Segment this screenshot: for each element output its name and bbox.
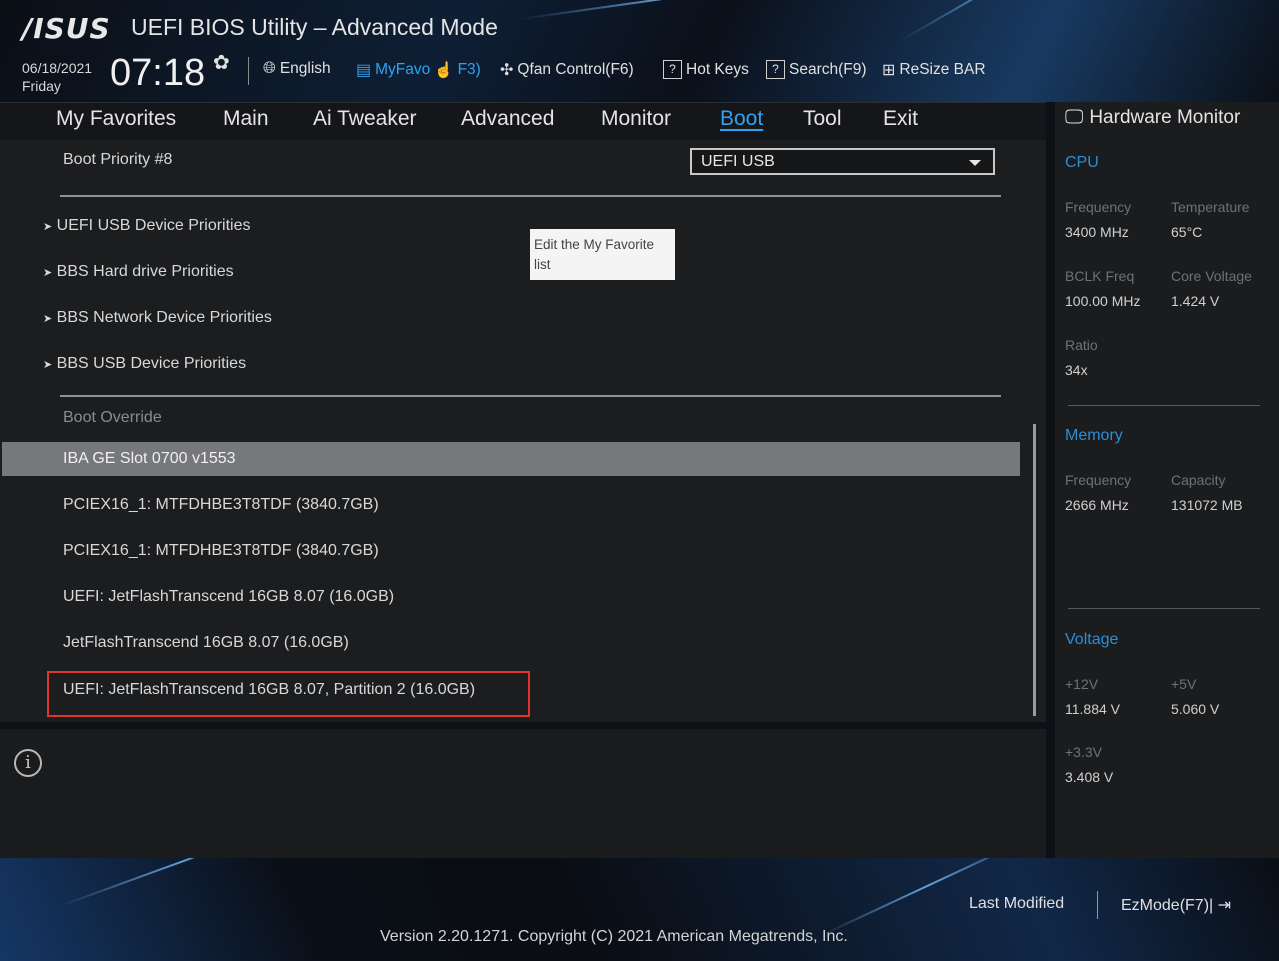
- submenu-label: BBS USB Device Priorities: [56, 355, 247, 372]
- search-label: Search(F9): [789, 60, 867, 78]
- tab-my-favorites[interactable]: My Favorites: [56, 107, 176, 131]
- scrollbar[interactable]: [1033, 424, 1036, 716]
- submenu-label: BBS Hard drive Priorities: [56, 263, 234, 280]
- language-button[interactable]: 🌐︎ English: [263, 60, 331, 78]
- globe-icon: 🌐︎: [263, 60, 276, 77]
- memory-capacity-label: Capacity: [1171, 472, 1226, 488]
- tab-advanced[interactable]: Advanced: [461, 107, 554, 131]
- last-modified-button[interactable]: Last Modified: [969, 895, 1064, 913]
- ratio-value: 34x: [1065, 362, 1088, 378]
- boot-override-item[interactable]: UEFI: JetFlashTranscend 16GB 8.07 (16.0G…: [63, 588, 394, 606]
- tab-tool[interactable]: Tool: [803, 107, 842, 131]
- bclk-value: 100.00 MHz: [1065, 293, 1141, 309]
- info-panel: [0, 729, 1046, 858]
- divider: [1097, 891, 1098, 919]
- tab-exit[interactable]: Exit: [883, 107, 918, 131]
- chevron-right-icon: ➤: [43, 359, 53, 371]
- fan-icon: ✣: [500, 62, 514, 79]
- cursor-hand-icon: ☝: [434, 61, 454, 79]
- language-label: English: [279, 60, 331, 77]
- submenu-label: UEFI USB Device Priorities: [56, 217, 251, 234]
- boot-override-item[interactable]: PCIEX16_1: MTFDHBE3T8TDF (3840.7GB): [63, 542, 379, 560]
- app-title: UEFI BIOS Utility – Advanced Mode: [131, 14, 498, 40]
- hotkeys-label: Hot Keys: [686, 60, 749, 78]
- question-icon: ?: [766, 60, 785, 79]
- boot-priority-select[interactable]: UEFI USB: [690, 148, 995, 175]
- divider: [60, 395, 1001, 397]
- v12-label: +12V: [1065, 676, 1099, 692]
- ezmode-label: EzMode(F7)|: [1121, 897, 1214, 914]
- hardware-monitor-label: Hardware Monitor: [1089, 107, 1241, 128]
- myfavorite-button[interactable]: ▤ MyFavo ☝ F3): [356, 60, 481, 80]
- tab-main[interactable]: Main: [223, 107, 269, 131]
- resize-bar-icon: ⊞: [882, 62, 896, 79]
- qfan-label: Qfan Control(F6): [517, 61, 634, 78]
- divider: [60, 195, 1001, 197]
- resize-bar-label: ReSize BAR: [899, 61, 986, 78]
- myfavorite-key: F3): [457, 61, 481, 78]
- divider: [248, 57, 249, 85]
- cpu-frequency-value: 3400 MHz: [1065, 224, 1129, 240]
- hotkeys-button[interactable]: ? Hot Keys: [663, 60, 749, 79]
- submenu-bbs-network[interactable]: ➤ BBS Network Device Priorities: [43, 309, 272, 327]
- list-icon: ▤: [356, 62, 372, 79]
- version-text: Version 2.20.1271. Copyright (C) 2021 Am…: [380, 928, 848, 945]
- tooltip: Edit the My Favorite list: [530, 229, 675, 280]
- memory-heading: Memory: [1065, 427, 1123, 444]
- memory-frequency-value: 2666 MHz: [1065, 497, 1129, 513]
- date-text: 06/18/2021: [22, 60, 93, 76]
- boot-override-item[interactable]: IBA GE Slot 0700 v1553: [63, 450, 236, 468]
- myfavorite-label: MyFavo: [375, 61, 431, 78]
- submenu-bbs-usb[interactable]: ➤ BBS USB Device Priorities: [43, 355, 246, 373]
- ezmode-button[interactable]: EzMode(F7)| ⇥: [1121, 895, 1231, 915]
- boot-priority-label: Boot Priority #8: [63, 151, 173, 168]
- cpu-heading: CPU: [1065, 154, 1099, 171]
- annotation-highlight-box: [47, 671, 530, 717]
- day-text: Friday: [22, 78, 61, 94]
- core-voltage-value: 1.424 V: [1171, 293, 1220, 309]
- clock: 07:18: [110, 52, 206, 94]
- submenu-uefi-usb[interactable]: ➤ UEFI USB Device Priorities: [43, 217, 251, 235]
- chevron-right-icon: ➤: [43, 221, 53, 233]
- divider: [1068, 405, 1260, 406]
- ratio-label: Ratio: [1065, 337, 1098, 353]
- qfan-button[interactable]: ✣ Qfan Control(F6): [500, 60, 634, 80]
- boot-override-item[interactable]: PCIEX16_1: MTFDHBE3T8TDF (3840.7GB): [63, 496, 379, 514]
- chevron-right-icon: ➤: [43, 267, 53, 279]
- cpu-temperature-label: Temperature: [1171, 199, 1250, 215]
- core-voltage-label: Core Voltage: [1171, 268, 1252, 284]
- v33-value: 3.408 V: [1065, 769, 1114, 785]
- bclk-label: BCLK Freq: [1065, 268, 1135, 284]
- question-icon: ?: [663, 60, 682, 79]
- submenu-label: BBS Network Device Priorities: [56, 309, 272, 326]
- submenu-bbs-hard-drive[interactable]: ➤ BBS Hard drive Priorities: [43, 263, 234, 281]
- info-icon: i: [14, 749, 42, 777]
- boot-priority-value: UEFI USB: [701, 153, 775, 170]
- monitor-icon: 🖵︎: [1065, 107, 1084, 128]
- search-button[interactable]: ? Search(F9): [766, 60, 867, 79]
- boot-override-item[interactable]: JetFlashTranscend 16GB 8.07 (16.0GB): [63, 634, 349, 652]
- chevron-down-icon: [969, 160, 981, 166]
- hardware-monitor-title: 🖵︎ Hardware Monitor: [1065, 107, 1240, 129]
- boot-override-header: Boot Override: [63, 409, 162, 426]
- divider: [1068, 608, 1260, 609]
- cpu-frequency-label: Frequency: [1065, 199, 1132, 215]
- tab-monitor[interactable]: Monitor: [601, 107, 671, 131]
- asus-logo: /ISUS: [22, 12, 111, 45]
- voltage-heading: Voltage: [1065, 631, 1119, 648]
- cpu-temperature-value: 65°C: [1171, 224, 1203, 240]
- gear-icon[interactable]: ✿: [213, 50, 230, 74]
- memory-frequency-label: Frequency: [1065, 472, 1132, 488]
- v5-label: +5V: [1171, 676, 1197, 692]
- memory-capacity-value: 131072 MB: [1171, 497, 1243, 513]
- v5-value: 5.060 V: [1171, 701, 1220, 717]
- chevron-right-icon: ➤: [43, 313, 53, 325]
- tab-boot[interactable]: Boot: [720, 107, 763, 131]
- resize-bar-button[interactable]: ⊞ ReSize BAR: [882, 60, 986, 80]
- v12-value: 11.884 V: [1065, 701, 1121, 717]
- exit-arrow-icon: ⇥: [1217, 897, 1232, 914]
- v33-label: +3.3V: [1065, 744, 1102, 760]
- tab-ai-tweaker[interactable]: Ai Tweaker: [313, 107, 417, 131]
